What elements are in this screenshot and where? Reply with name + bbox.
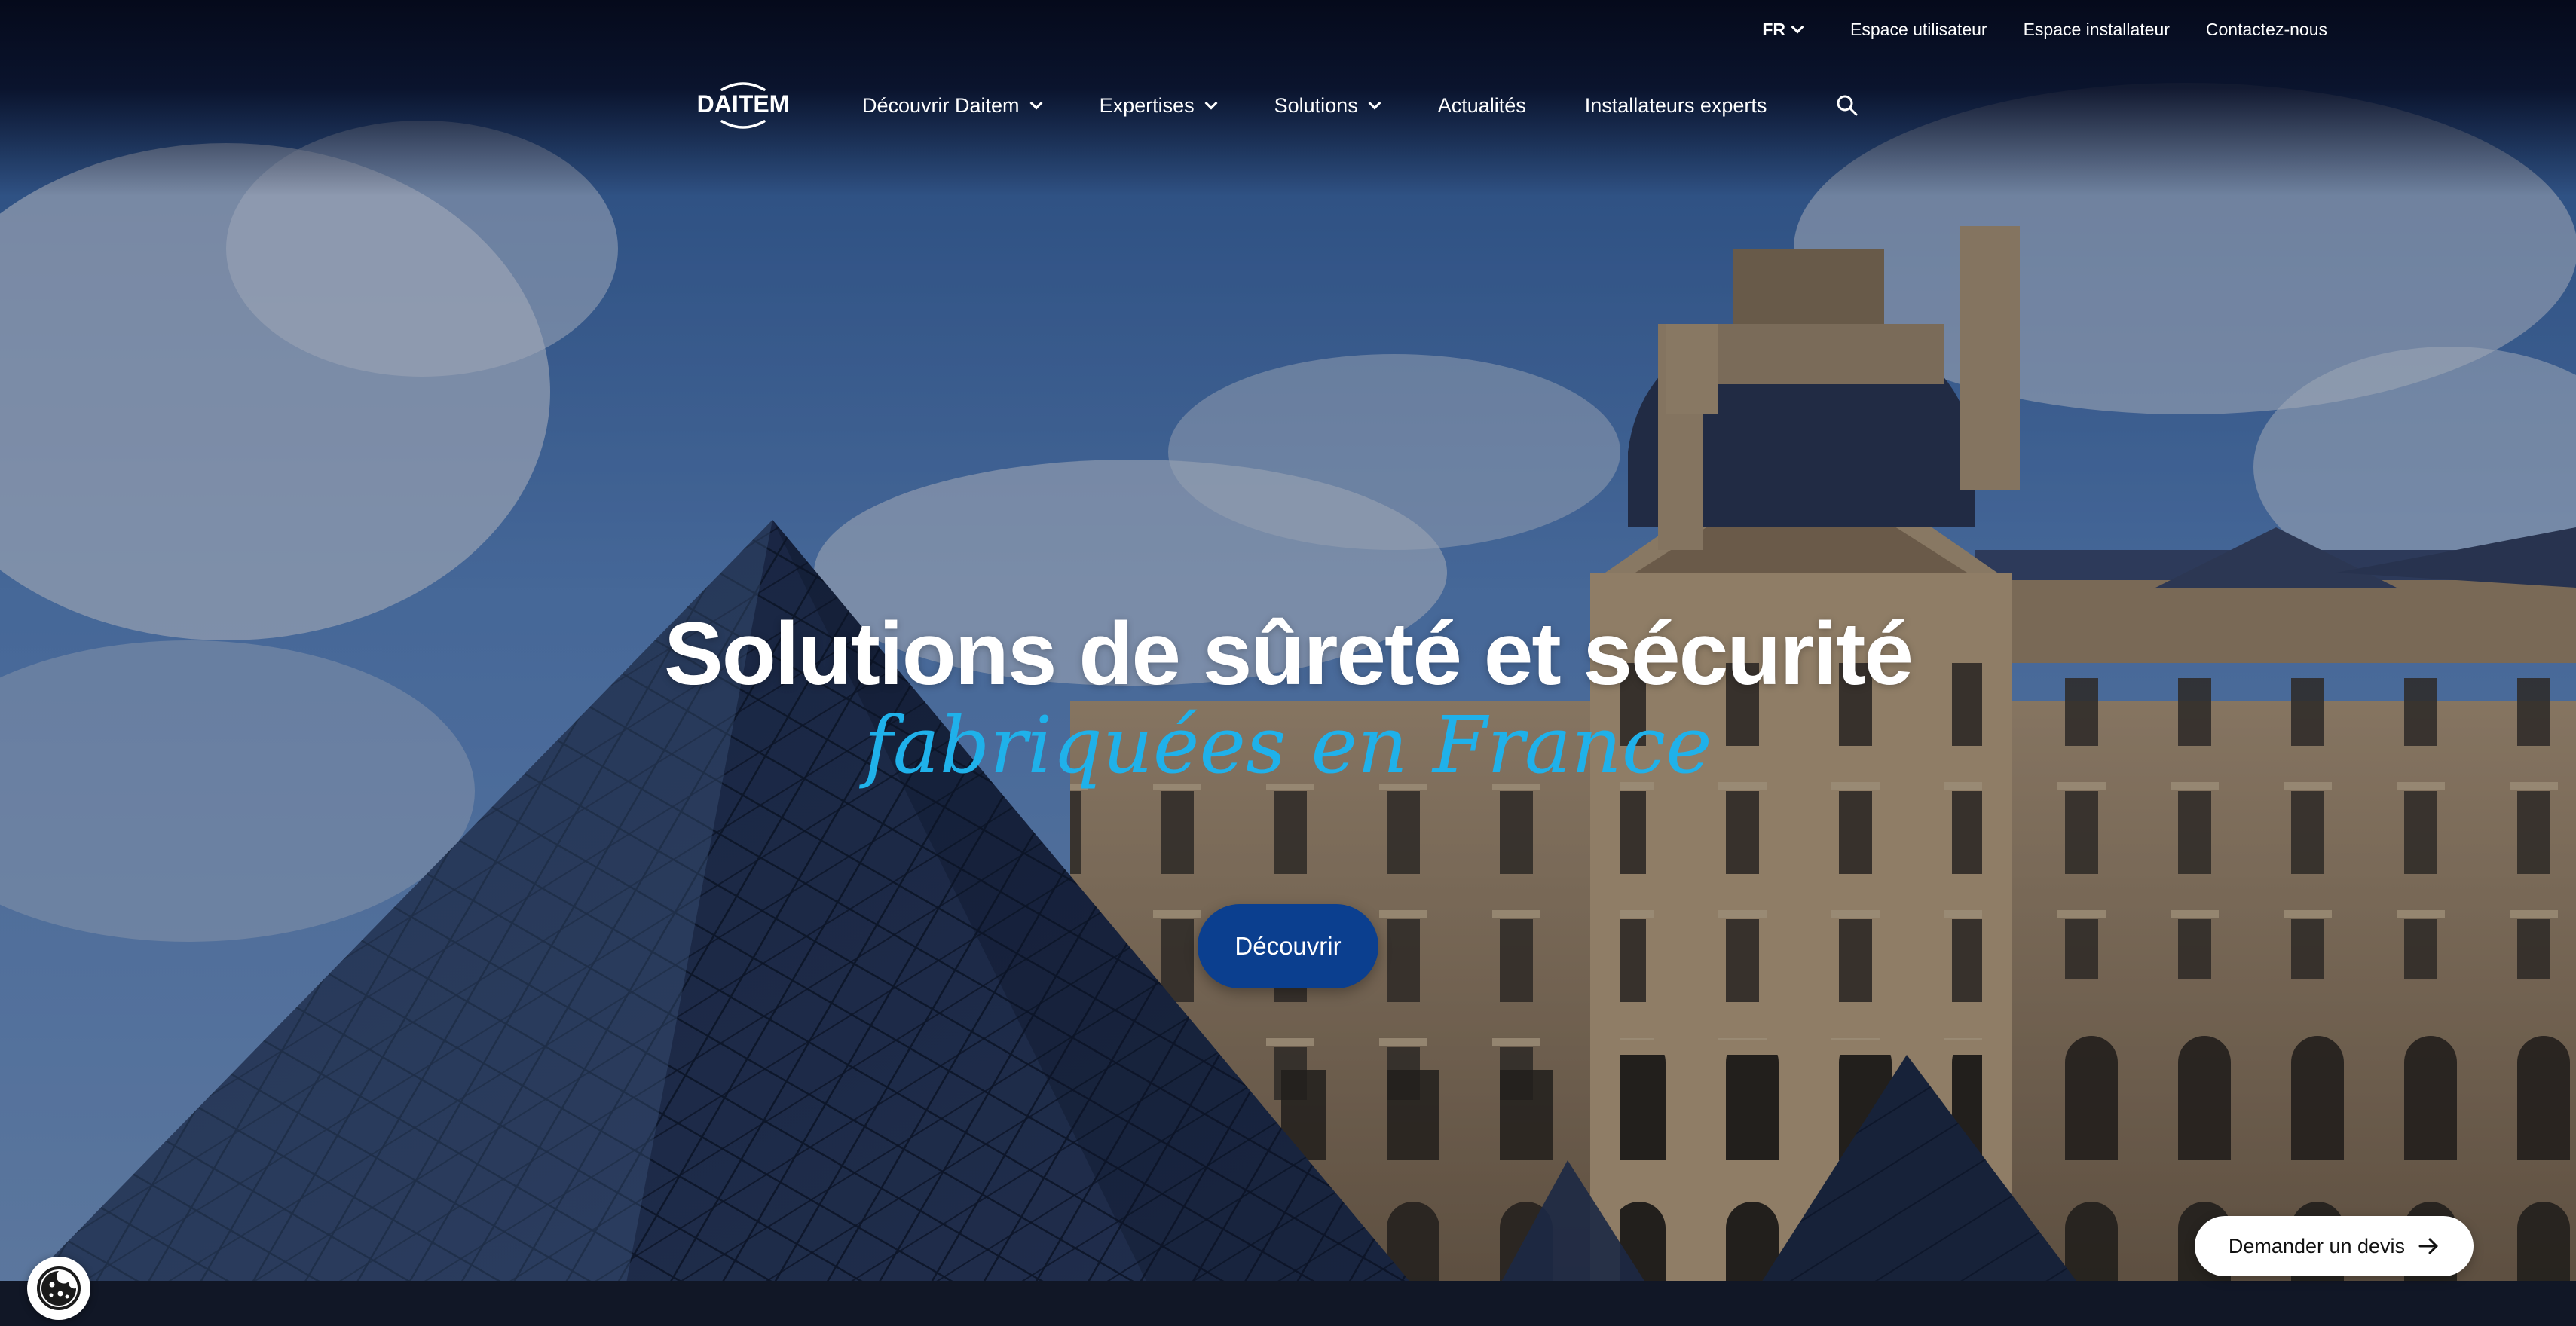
arrow-right-icon bbox=[2418, 1238, 2438, 1254]
language-label: FR bbox=[1762, 19, 1786, 39]
logo-text: DAITEM bbox=[697, 90, 790, 118]
nav-item-label: Découvrir Daitem bbox=[862, 93, 1020, 117]
chevron-down-icon bbox=[1791, 20, 1804, 34]
language-selector[interactable]: FR bbox=[1762, 19, 1804, 40]
nav-item-actualites[interactable]: Actualités bbox=[1438, 94, 1526, 118]
nav-item-label: Installateurs experts bbox=[1584, 93, 1767, 117]
main-nav: DAITEM Découvrir Daitem Expertises Solut… bbox=[683, 77, 1859, 134]
chevron-down-icon bbox=[1368, 96, 1381, 110]
nav-item-label: Solutions bbox=[1274, 93, 1358, 117]
nav-item-solutions[interactable]: Solutions bbox=[1274, 93, 1381, 118]
chevron-down-icon bbox=[1029, 96, 1043, 110]
request-quote-button[interactable]: Demander un devis bbox=[2195, 1216, 2474, 1276]
chevron-down-icon bbox=[1204, 96, 1218, 110]
nav-item-expertises[interactable]: Expertises bbox=[1099, 93, 1218, 118]
hero-subtitle: fabriquées en France bbox=[864, 699, 1712, 791]
utility-nav: FR Espace utilisateur Espace installateu… bbox=[1762, 15, 2327, 44]
request-quote-label: Demander un devis bbox=[2228, 1234, 2406, 1257]
nav-item-label: Expertises bbox=[1099, 93, 1195, 117]
nav-item-decouvrir-daitem[interactable]: Découvrir Daitem bbox=[862, 93, 1043, 118]
installer-space-link[interactable]: Espace installateur bbox=[2024, 20, 2170, 40]
nav-item-installateurs-experts[interactable]: Installateurs experts bbox=[1585, 94, 1767, 118]
logo-mark: DAITEM bbox=[697, 82, 790, 129]
hero-title: Solutions de sûreté et sécurité bbox=[663, 604, 1914, 704]
cookie-icon bbox=[37, 1266, 81, 1310]
search-icon bbox=[1837, 95, 1858, 116]
daitem-logo[interactable]: DAITEM bbox=[683, 79, 803, 132]
user-space-link[interactable]: Espace utilisateur bbox=[1850, 20, 1987, 40]
contact-link[interactable]: Contactez-nous bbox=[2206, 20, 2327, 40]
cookie-settings-button[interactable] bbox=[27, 1257, 90, 1320]
discover-button[interactable]: Découvrir bbox=[1198, 904, 1378, 988]
search-button[interactable] bbox=[1836, 94, 1859, 117]
nav-items: Découvrir Daitem Expertises Solutions Ac… bbox=[862, 94, 1767, 118]
nav-item-label: Actualités bbox=[1437, 93, 1526, 117]
